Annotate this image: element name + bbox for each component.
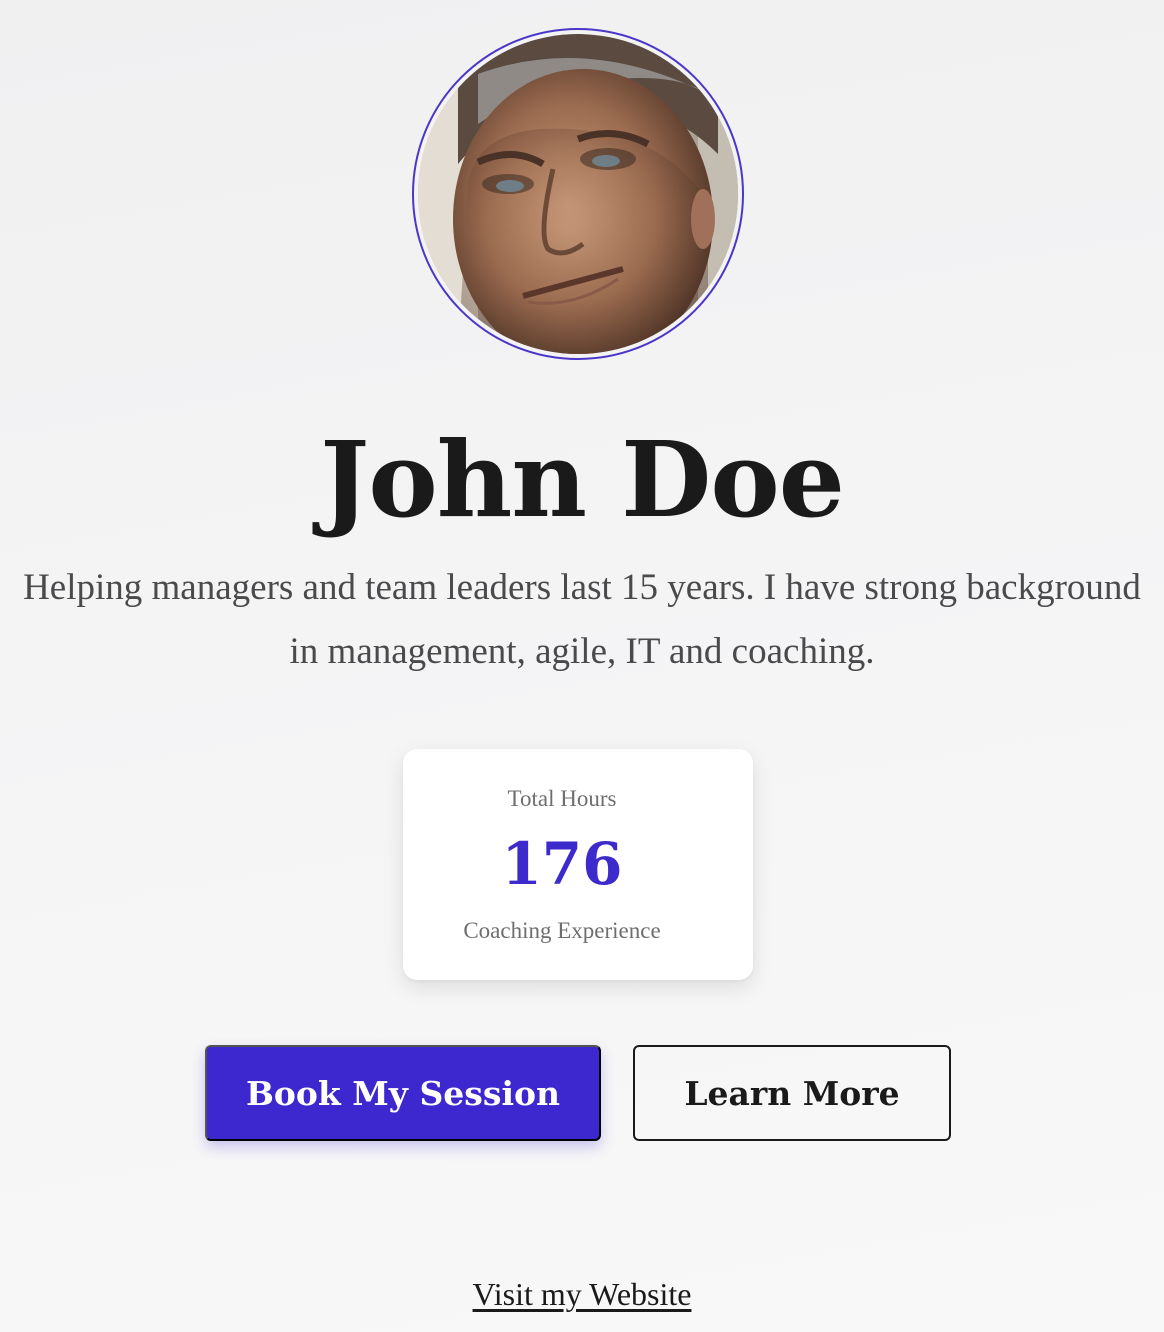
profile-name: John Doe	[320, 418, 845, 541]
stat-label: Total Hours	[507, 786, 617, 811]
avatar-ring	[412, 28, 744, 360]
profile-page: John Doe Helping managers and team leade…	[0, 0, 1164, 1332]
stat-value: 176	[501, 830, 623, 898]
book-session-button[interactable]: Book My Session	[205, 1045, 601, 1141]
avatar	[418, 34, 738, 354]
profile-bio: Helping managers and team leaders last 1…	[23, 567, 1141, 672]
learn-more-button[interactable]: Learn More	[633, 1045, 951, 1141]
portrait-photo-icon	[418, 34, 738, 354]
stat-card: Total Hours 176 Coaching Experience	[403, 749, 753, 980]
visit-website-link[interactable]: Visit my Website	[0, 1274, 1164, 1314]
stat-caption: Coaching Experience	[463, 918, 661, 943]
